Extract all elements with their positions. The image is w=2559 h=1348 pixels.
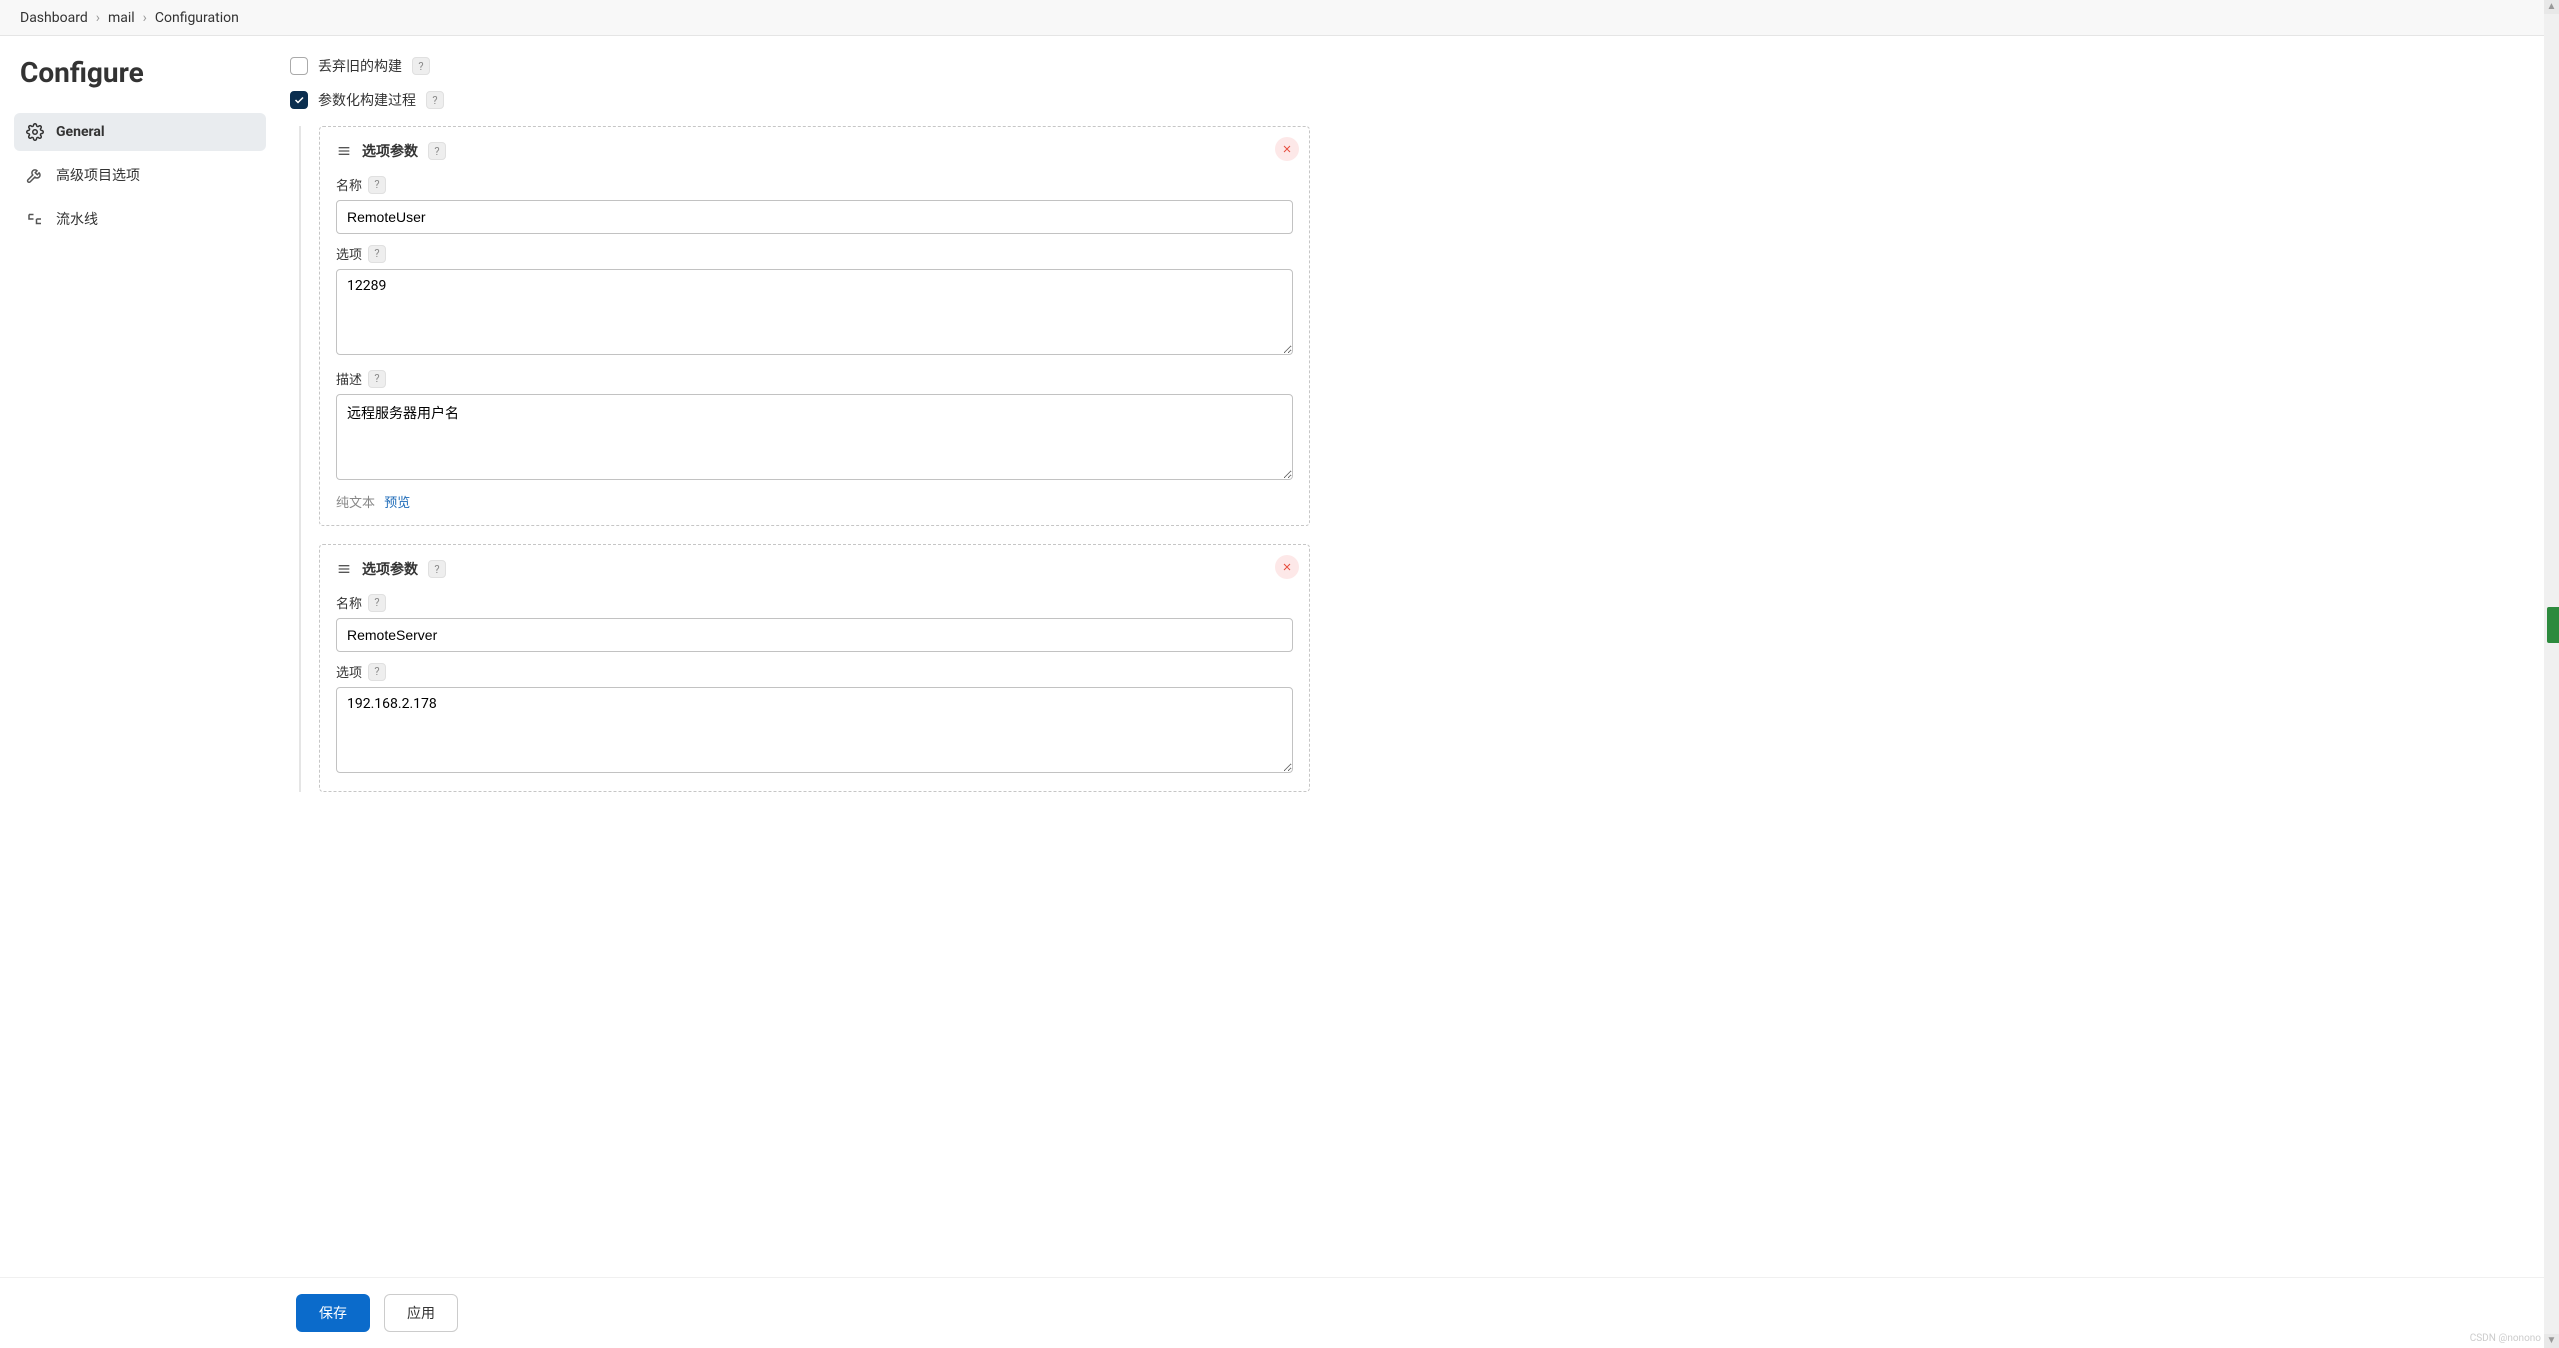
breadcrumb-item[interactable]: Configuration: [155, 10, 239, 26]
sidebar-item-label: General: [56, 124, 105, 140]
gear-icon: [26, 123, 44, 141]
sidebar: Configure General 高级项目选项 流水线: [0, 36, 280, 1348]
apply-button[interactable]: 应用: [384, 1294, 458, 1332]
help-icon[interactable]: ?: [412, 57, 430, 75]
watermark: CSDN @nonono: [2470, 1333, 2541, 1344]
remove-parameter-button[interactable]: [1275, 555, 1299, 579]
sidebar-item-label: 流水线: [56, 209, 98, 229]
parameter-card: 选项参数 ? 名称 ? 选项 ?: [319, 126, 1310, 526]
parameter-description-textarea[interactable]: [336, 394, 1293, 480]
pipeline-icon: [26, 210, 44, 228]
help-icon[interactable]: ?: [368, 663, 386, 681]
remove-parameter-button[interactable]: [1275, 137, 1299, 161]
scroll-down-arrow[interactable]: ▼: [2544, 1334, 2559, 1348]
sidebar-item-label: 高级项目选项: [56, 165, 140, 185]
field-label-choices: 选项: [336, 662, 362, 681]
chevron-right-icon: ›: [143, 10, 147, 26]
help-icon[interactable]: ?: [368, 245, 386, 263]
sidebar-item-advanced[interactable]: 高级项目选项: [14, 155, 266, 195]
parameter-type-title: 选项参数: [362, 559, 418, 579]
option-parameterized: 参数化构建过程 ?: [290, 90, 1310, 110]
browser-scrollbar[interactable]: ▲ ▼: [2544, 0, 2559, 1348]
footer: 保存 应用: [0, 1277, 2559, 1348]
help-icon[interactable]: ?: [428, 142, 446, 160]
sidebar-item-general[interactable]: General: [14, 113, 266, 151]
breadcrumb-item[interactable]: Dashboard: [20, 10, 88, 26]
parameter-choices-textarea[interactable]: [336, 269, 1293, 355]
parameter-choices-textarea[interactable]: [336, 687, 1293, 773]
help-icon[interactable]: ?: [368, 594, 386, 612]
desc-mode-plain: 纯文本: [336, 496, 375, 511]
side-tab-handle[interactable]: [2547, 607, 2559, 643]
checkbox-label: 参数化构建过程: [318, 90, 416, 110]
breadcrumb-item[interactable]: mail: [108, 10, 135, 26]
drag-handle-icon[interactable]: [336, 561, 352, 577]
chevron-right-icon: ›: [96, 10, 100, 26]
field-label-name: 名称: [336, 175, 362, 194]
content-area: 丢弃旧的构建 ? 参数化构建过程 ?: [280, 36, 2559, 1348]
parameter-name-input[interactable]: [336, 200, 1293, 234]
checkbox-parameterized[interactable]: [290, 91, 308, 109]
desc-mode-preview-link[interactable]: 预览: [384, 496, 410, 511]
field-label-choices: 选项: [336, 244, 362, 263]
page-title: Configure: [14, 56, 266, 89]
field-label-description: 描述: [336, 369, 362, 388]
sidebar-item-pipeline[interactable]: 流水线: [14, 199, 266, 239]
drag-handle-icon[interactable]: [336, 143, 352, 159]
parameter-type-title: 选项参数: [362, 141, 418, 161]
save-button[interactable]: 保存: [296, 1294, 370, 1332]
help-icon[interactable]: ?: [428, 560, 446, 578]
scroll-up-arrow[interactable]: ▲: [2544, 0, 2559, 14]
help-icon[interactable]: ?: [368, 176, 386, 194]
help-icon[interactable]: ?: [368, 370, 386, 388]
breadcrumb: Dashboard › mail › Configuration: [0, 0, 2559, 36]
field-label-name: 名称: [336, 593, 362, 612]
wrench-icon: [26, 166, 44, 184]
checkbox-discard-old[interactable]: [290, 57, 308, 75]
parameter-name-input[interactable]: [336, 618, 1293, 652]
help-icon[interactable]: ?: [426, 91, 444, 109]
parameter-card: 选项参数 ? 名称 ? 选项 ?: [319, 544, 1310, 792]
checkbox-label: 丢弃旧的构建: [318, 56, 402, 76]
option-discard-old: 丢弃旧的构建 ?: [290, 56, 1310, 76]
